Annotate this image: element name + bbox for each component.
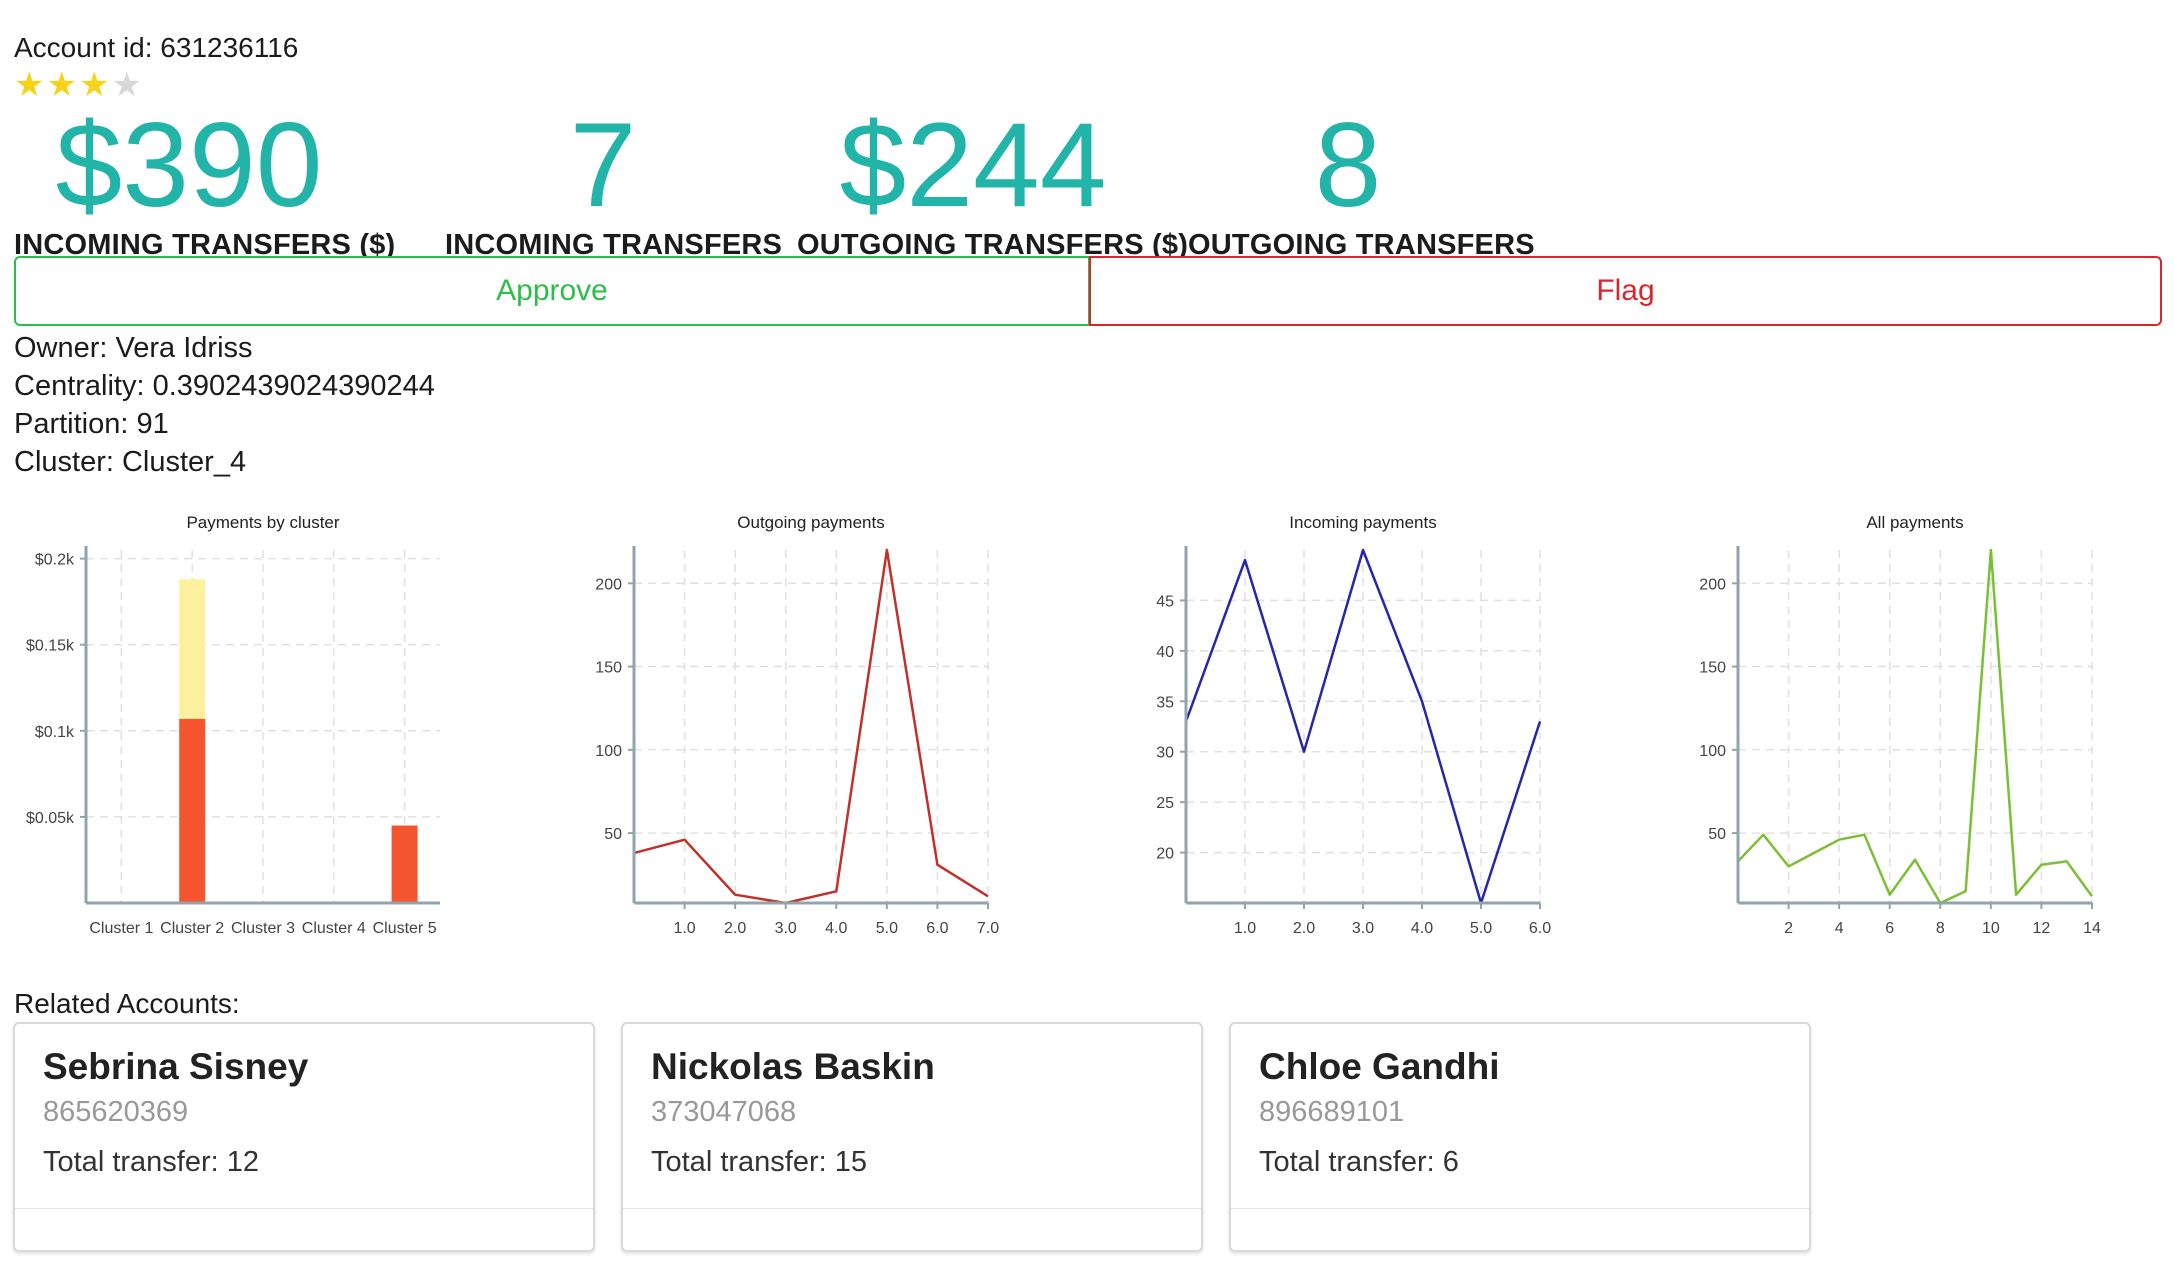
account-number: 373047068 xyxy=(651,1096,797,1128)
x-tick-label: Cluster 4 xyxy=(302,920,366,937)
star-icon[interactable]: ★ xyxy=(111,68,141,102)
chart-title: Payments by cluster xyxy=(186,513,339,532)
x-tick-label: 1.0 xyxy=(673,920,695,937)
stat-incoming-count: 7 INCOMING TRANSFERS xyxy=(445,98,782,262)
total-transfer: Total transfer: 12 xyxy=(43,1146,259,1178)
x-tick-label: 7.0 xyxy=(977,920,999,937)
x-tick-label: 10 xyxy=(1982,920,2000,937)
incoming-payments-chart: Incoming payments 20 25 30 35 40 45 1.0 2.0 3.0 4.… xyxy=(1100,510,1570,955)
account-name[interactable]: Chloe Gandhi xyxy=(1259,1046,1500,1088)
stat-outgoing-count: 8 OUTGOING TRANSFERS xyxy=(1188,98,1535,262)
y-tick-label: 50 xyxy=(1708,826,1726,843)
y-tick-label: 150 xyxy=(1699,660,1726,677)
y-tick-label: 200 xyxy=(1699,576,1726,593)
cluster-text: Cluster: Cluster_4 xyxy=(14,446,247,478)
y-tick-label: $0.2k xyxy=(35,552,75,569)
account-name[interactable]: Nickolas Baskin xyxy=(651,1046,935,1088)
account-number: 896689101 xyxy=(1259,1096,1405,1128)
y-tick-label: 45 xyxy=(1156,593,1174,610)
y-tick-label: 35 xyxy=(1156,694,1174,711)
x-tick-label: 2.0 xyxy=(724,920,746,937)
x-tick-label: 4.0 xyxy=(1411,920,1433,937)
centrality-text: Centrality: 0.3902439024390244 xyxy=(14,370,435,402)
y-tick-label: $0.05k xyxy=(26,810,75,827)
x-tick-label: 6.0 xyxy=(926,920,948,937)
x-tick-label: Cluster 1 xyxy=(89,920,153,937)
y-tick-label: $0.15k xyxy=(26,638,75,655)
chart-svg: Outgoing payments 50 100 150 200 1.0 2.0 3.0 4.0… xyxy=(595,513,999,937)
total-transfer: Total transfer: 15 xyxy=(651,1146,867,1178)
related-account-card[interactable]: Sebrina Sisney 865620369 Total transfer:… xyxy=(13,1022,595,1252)
star-rating[interactable]: ★ ★ ★ ★ xyxy=(14,68,142,102)
chart-svg: Incoming payments 20 25 30 35 40 45 1.0 2.0 3.0 4.… xyxy=(1156,513,1551,937)
card-footer xyxy=(1231,1208,1809,1209)
series-line xyxy=(633,548,989,905)
chart-title: Outgoing payments xyxy=(737,513,884,532)
x-tick-label: 5.0 xyxy=(1470,920,1492,937)
owner-text: Owner: Vera Idriss xyxy=(14,332,253,364)
x-tick-label: 14 xyxy=(2083,920,2101,937)
star-icon[interactable]: ★ xyxy=(46,68,76,102)
x-tick-label: 8 xyxy=(1936,920,1945,937)
account-name[interactable]: Sebrina Sisney xyxy=(43,1046,308,1088)
y-tick-label: 30 xyxy=(1156,745,1174,762)
bar xyxy=(179,579,206,719)
chart-svg: All payments 50 100 150 200 2 4 6 8 10 12 14 xyxy=(1699,513,2101,937)
y-tick-label: 25 xyxy=(1156,795,1174,812)
x-tick-label: 5.0 xyxy=(876,920,898,937)
account-number: 865620369 xyxy=(43,1096,189,1128)
total-transfer: Total transfer: 6 xyxy=(1259,1146,1459,1178)
x-tick-label: Cluster 5 xyxy=(373,920,437,937)
chart-title: All payments xyxy=(1866,513,1963,532)
y-tick-label: 20 xyxy=(1156,846,1174,863)
y-tick-label: 40 xyxy=(1156,644,1174,661)
stat-incoming-amount: $390 INCOMING TRANSFERS ($) xyxy=(14,98,395,262)
star-icon[interactable]: ★ xyxy=(14,68,44,102)
star-icon[interactable]: ★ xyxy=(79,68,109,102)
y-tick-label: 100 xyxy=(595,743,622,760)
bar xyxy=(179,718,206,903)
flag-button[interactable]: Flag xyxy=(1089,256,2162,326)
x-tick-label: Cluster 3 xyxy=(231,920,295,937)
payments-by-cluster-chart: Payments by cluster $0.05k $0.1k $0.15k $0.2… xyxy=(0,510,460,955)
x-tick-label: Cluster 2 xyxy=(160,920,224,937)
x-tick-label: 4 xyxy=(1835,920,1844,937)
y-tick-label: 50 xyxy=(604,826,622,843)
chart-svg: Payments by cluster $0.05k $0.1k $0.15k $0.2… xyxy=(26,513,440,937)
account-id: Account id: 631236116 xyxy=(14,32,299,63)
x-tick-label: 6 xyxy=(1885,920,1894,937)
related-account-card[interactable]: Chloe Gandhi 896689101 Total transfer: 6 xyxy=(1229,1022,1811,1252)
x-tick-label: 6.0 xyxy=(1529,920,1551,937)
y-tick-label: 100 xyxy=(1699,743,1726,760)
stat-value: 7 xyxy=(569,98,637,232)
stat-value: $244 xyxy=(839,98,1107,232)
x-tick-label: 4.0 xyxy=(825,920,847,937)
stat-outgoing-amount: $244 OUTGOING TRANSFERS ($) xyxy=(797,98,1188,262)
series-line xyxy=(1737,548,2094,905)
x-tick-label: 12 xyxy=(2033,920,2051,937)
chart-title: Incoming payments xyxy=(1289,513,1436,532)
x-tick-label: 3.0 xyxy=(1352,920,1374,937)
y-tick-label: 200 xyxy=(595,576,622,593)
related-account-card[interactable]: Nickolas Baskin 373047068 Total transfer… xyxy=(621,1022,1203,1252)
x-tick-label: 2 xyxy=(1784,920,1793,937)
card-footer xyxy=(623,1208,1201,1209)
related-accounts-title: Related Accounts: xyxy=(14,988,240,1019)
x-tick-label: 2.0 xyxy=(1293,920,1315,937)
partition-text: Partition: 91 xyxy=(14,408,169,440)
y-tick-label: $0.1k xyxy=(35,724,75,741)
y-tick-label: 150 xyxy=(595,660,622,677)
approve-button[interactable]: Approve xyxy=(14,256,1090,326)
stat-value: 8 xyxy=(1314,98,1382,232)
stat-value: $390 xyxy=(55,98,323,232)
card-footer xyxy=(15,1208,593,1209)
all-payments-chart: All payments 50 100 150 200 2 4 6 8 10 12 14 xyxy=(1652,510,2122,955)
x-tick-label: 3.0 xyxy=(775,920,797,937)
bar xyxy=(391,825,418,903)
outgoing-payments-chart: Outgoing payments 50 100 150 200 1.0 2.0 3.0 4.0… xyxy=(548,510,1018,955)
x-tick-label: 1.0 xyxy=(1234,920,1256,937)
